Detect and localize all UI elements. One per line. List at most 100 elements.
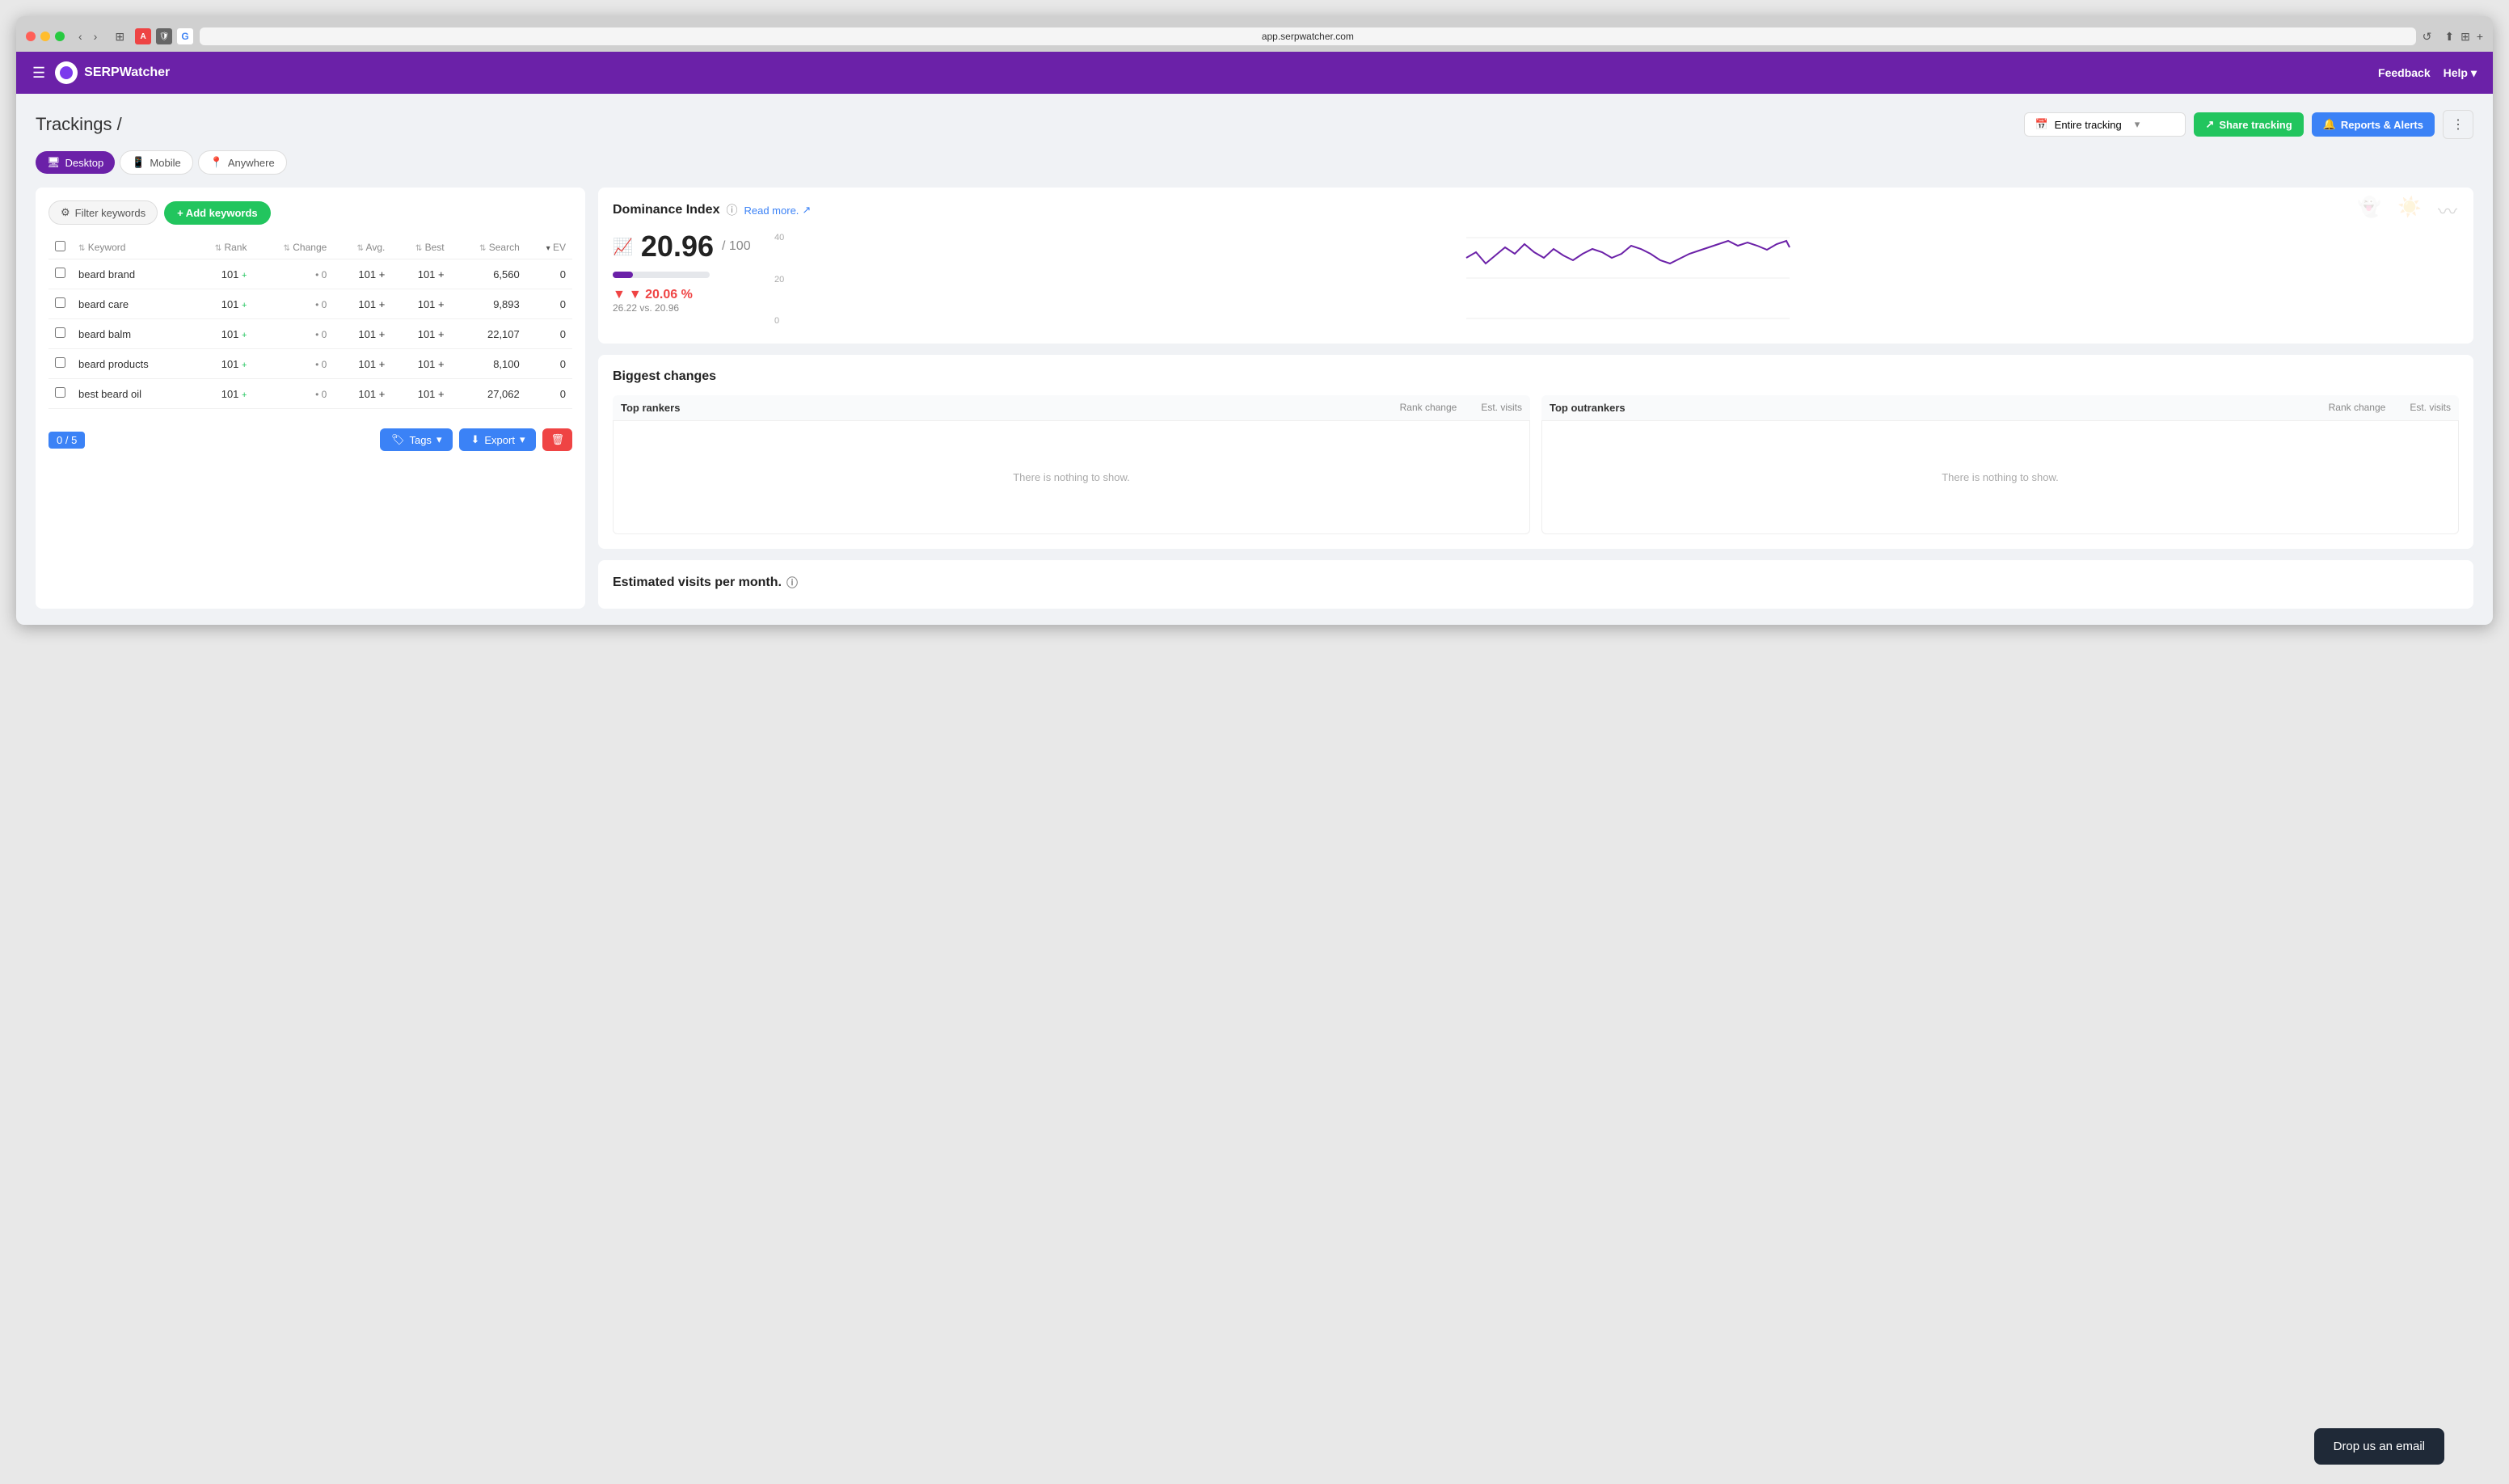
- external-link-icon: ↗: [802, 204, 811, 217]
- row-change: • 0: [253, 259, 333, 289]
- analytics-panel: 👻 ☀️ 〰 Dominance Index ⓘ Read more. ↗: [598, 188, 2473, 609]
- row-checkbox[interactable]: [48, 349, 72, 379]
- dominance-chart: 40 20 0: [774, 230, 2459, 329]
- share-tracking-button[interactable]: ↗ Share tracking: [2194, 112, 2303, 137]
- desktop-icon: 🖥: [47, 156, 61, 169]
- row-search: 22,107: [451, 319, 526, 349]
- row-select-checkbox-2[interactable]: [55, 327, 65, 338]
- help-link[interactable]: Help ▾: [2444, 66, 2477, 80]
- tags-button[interactable]: 🏷 Tags ▾: [380, 428, 453, 451]
- score-bar-fill: [613, 272, 633, 278]
- tab-mobile[interactable]: 📱 Mobile: [120, 150, 192, 175]
- row-checkbox[interactable]: [48, 259, 72, 289]
- page-title: Trackings /: [36, 114, 122, 135]
- reports-alerts-button[interactable]: 🔔 Reports & Alerts: [2312, 112, 2435, 137]
- delete-icon: 🗑: [550, 433, 564, 445]
- top-rankers-body: There is nothing to show.: [613, 421, 1530, 534]
- biggest-changes-title: Biggest changes: [613, 369, 2459, 384]
- row-change: • 0: [253, 319, 333, 349]
- row-search: 8,100: [451, 349, 526, 379]
- row-keyword: beard balm: [72, 319, 190, 349]
- feedback-link[interactable]: Feedback: [2378, 66, 2431, 79]
- dominance-title: Dominance Index: [613, 203, 719, 217]
- top-outrankers-title: Top outrankers: [1550, 402, 1626, 414]
- tab-anywhere[interactable]: 📍 Anywhere: [198, 150, 287, 175]
- col-best[interactable]: ⇅ Best: [391, 236, 450, 259]
- col-checkbox[interactable]: [48, 236, 72, 259]
- app-name: SERPWatcher: [84, 65, 170, 80]
- table-header: ⇅ Keyword ⇅ Rank ⇅ Change ⇅ Avg. ⇅ Best …: [48, 236, 572, 259]
- changes-grid: Top rankers Rank change Est. visits Ther…: [613, 395, 2459, 534]
- row-avg: 101 +: [333, 349, 391, 379]
- close-dot[interactable]: [26, 32, 36, 41]
- forward-button[interactable]: ›: [90, 28, 102, 44]
- biggest-changes-card: Biggest changes Top rankers Rank change …: [598, 355, 2473, 549]
- row-checkbox[interactable]: [48, 379, 72, 409]
- add-button[interactable]: +: [2477, 30, 2483, 44]
- row-keyword: beard care: [72, 289, 190, 319]
- new-tab-button[interactable]: ⊞: [2461, 30, 2470, 44]
- rank-change-label: Rank change: [1400, 402, 1457, 414]
- row-rank: 101 +: [190, 289, 254, 319]
- row-search: 6,560: [451, 259, 526, 289]
- row-checkbox[interactable]: [48, 289, 72, 319]
- table-row: beard brand 101 + • 0 101 + 101 + 6,560 …: [48, 259, 572, 289]
- menu-button[interactable]: ☰: [32, 65, 45, 82]
- header-actions: 📅 Entire tracking ▾ ↗ Share tracking 🔔 R…: [2024, 110, 2473, 139]
- minimize-dot[interactable]: [40, 32, 50, 41]
- chart-label-20: 20: [774, 275, 795, 285]
- score-change: ▼ ▼ 20.06 % 26.22 vs. 20.96: [613, 288, 758, 314]
- table-row: beard balm 101 + • 0 101 + 101 + 22,107 …: [48, 319, 572, 349]
- delete-button[interactable]: 🗑: [542, 428, 572, 451]
- col-keyword[interactable]: ⇅ Keyword: [72, 236, 190, 259]
- filter-keywords-button[interactable]: ⚙ Filter keywords: [48, 200, 158, 225]
- back-button[interactable]: ‹: [74, 28, 86, 44]
- row-select-checkbox-4[interactable]: [55, 387, 65, 398]
- select-all-checkbox[interactable]: [55, 241, 65, 251]
- row-checkbox[interactable]: [48, 319, 72, 349]
- mobile-icon: 📱: [132, 156, 145, 169]
- row-change: • 0: [253, 349, 333, 379]
- info-icon[interactable]: ⓘ: [726, 202, 737, 218]
- export-button[interactable]: ⬇ Export ▾: [459, 428, 536, 451]
- col-ev[interactable]: ▾ EV: [526, 236, 572, 259]
- keywords-table-body: beard brand 101 + • 0 101 + 101 + 6,560 …: [48, 259, 572, 409]
- share-browser-button[interactable]: ⬆: [2444, 30, 2454, 44]
- sun-icon: ☀️: [2397, 196, 2422, 224]
- row-select-checkbox-0[interactable]: [55, 268, 65, 278]
- tab-grid-button[interactable]: ⊞: [111, 28, 129, 45]
- row-select-checkbox-1[interactable]: [55, 297, 65, 308]
- outrankers-est-visits-label: Est. visits: [2410, 402, 2451, 414]
- url-bar[interactable]: [200, 27, 2416, 45]
- desktop-label: Desktop: [65, 157, 104, 169]
- keywords-table: ⇅ Keyword ⇅ Rank ⇅ Change ⇅ Avg. ⇅ Best …: [48, 236, 572, 409]
- col-change[interactable]: ⇅ Change: [253, 236, 333, 259]
- est-visits-info-icon[interactable]: ⓘ: [786, 575, 798, 591]
- change-comparison: 26.22 vs. 20.96: [613, 302, 693, 314]
- row-rank: 101 +: [190, 349, 254, 379]
- col-rank[interactable]: ⇅ Rank: [190, 236, 254, 259]
- chart-label-40: 40: [774, 233, 795, 242]
- estimated-visits-title: Estimated visits per month. ⓘ: [613, 575, 2459, 591]
- row-select-checkbox-3[interactable]: [55, 357, 65, 368]
- col-avg[interactable]: ⇅ Avg.: [333, 236, 391, 259]
- col-search[interactable]: ⇅ Search: [451, 236, 526, 259]
- two-column-layout: ⚙ Filter keywords + Add keywords ⇅ Keywo…: [36, 188, 2473, 609]
- email-toast[interactable]: Drop us an email: [2314, 1428, 2444, 1465]
- row-rank: 101 +: [190, 319, 254, 349]
- dominance-content: 📈 20.96 / 100: [613, 230, 2459, 329]
- dominance-score: 📈 20.96 / 100: [613, 230, 758, 263]
- page-header: Trackings / 📅 Entire tracking ▾ ↗ Share …: [36, 110, 2473, 139]
- read-more-link[interactable]: Read more. ↗: [744, 204, 811, 217]
- score-progress-bar: [613, 272, 710, 278]
- tab-desktop[interactable]: 🖥 Desktop: [36, 151, 115, 174]
- more-options-button[interactable]: ⋮: [2443, 110, 2473, 139]
- tracking-selector[interactable]: 📅 Entire tracking ▾: [2024, 112, 2186, 137]
- add-keywords-button[interactable]: + Add keywords: [164, 201, 271, 225]
- row-ev: 0: [526, 289, 572, 319]
- maximize-dot[interactable]: [55, 32, 65, 41]
- table-row: beard products 101 + • 0 101 + 101 + 8,1…: [48, 349, 572, 379]
- chart-label-0: 0: [774, 316, 795, 326]
- dominance-score-section: 📈 20.96 / 100: [613, 230, 758, 329]
- refresh-button[interactable]: ↺: [2423, 30, 2432, 44]
